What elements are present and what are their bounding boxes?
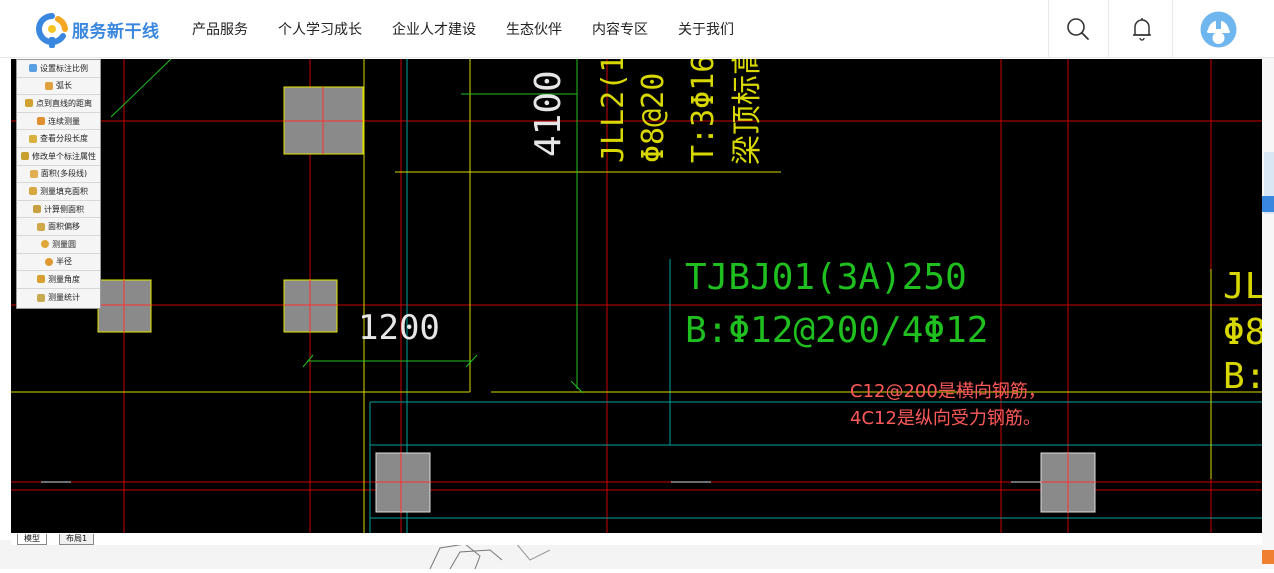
right-sidebar-peek bbox=[1262, 58, 1274, 569]
annotation-line-1: C12@200是横向钢筋， bbox=[850, 381, 1046, 402]
foundation-rebar-label: B:Φ12@200/4Φ12 bbox=[685, 310, 989, 351]
tool-edit-dimension[interactable]: 修改单个标注属性 bbox=[17, 148, 100, 166]
arc-icon bbox=[45, 81, 53, 90]
logo-text: 服务新干线 bbox=[72, 21, 160, 42]
tool-measure-circle[interactable]: 测量圆 bbox=[17, 236, 100, 254]
tool-point-to-line[interactable]: 点到直线的距离 bbox=[17, 95, 100, 113]
segment-icon bbox=[29, 134, 37, 143]
nav-product-services[interactable]: 产品服务 bbox=[192, 19, 248, 39]
circle-icon bbox=[41, 240, 49, 249]
area-icon bbox=[29, 169, 38, 178]
beam-label-line2: Φ8@20 bbox=[636, 72, 671, 163]
header-divider bbox=[1108, 0, 1109, 58]
tool-arc-length[interactable]: 弧长 bbox=[17, 78, 100, 96]
radius-icon bbox=[45, 257, 53, 266]
cad-viewport[interactable]: 4100 1200 JLL2(1) Φ8@20 T:3Φ16; 梁顶标高-0 T… bbox=[11, 59, 1262, 533]
side-badge bbox=[1262, 196, 1274, 212]
tool-hatch-area[interactable]: 测量填充面积 bbox=[17, 183, 100, 201]
beam-label-line3: T:3Φ16; bbox=[686, 59, 721, 163]
tool-side-area[interactable]: 计算侧面积 bbox=[17, 201, 100, 219]
layout-tabbar: 模型 布局1 bbox=[11, 533, 1262, 545]
measure-toolbar: 设置标注比例 弧长 点到直线的距离 连续测量 查看分段长度 修改单个标注属性 面… bbox=[16, 59, 101, 309]
tool-area-offset[interactable]: 面积偏移 bbox=[17, 218, 100, 236]
point-line-icon bbox=[25, 99, 33, 108]
nav-content-zone[interactable]: 内容专区 bbox=[592, 19, 648, 39]
nav-about-us[interactable]: 关于我们 bbox=[678, 19, 734, 39]
tool-radius[interactable]: 半径 bbox=[17, 254, 100, 272]
offset-icon bbox=[37, 222, 45, 231]
foundation-beam-label: TJBJ01(3A)250 bbox=[685, 257, 967, 298]
side-area-icon bbox=[33, 205, 41, 214]
site-header: 服务新干线 产品服务 个人学习成长 企业人才建设 生态伙伴 内容专区 关于我们 bbox=[0, 0, 1274, 58]
logo[interactable]: 服务新干线 bbox=[36, 11, 160, 48]
tool-area-polyline[interactable]: 面积(多段线) bbox=[17, 166, 100, 184]
nav-partners[interactable]: 生态伙伴 bbox=[506, 19, 562, 39]
beam-label-line1: JLL2(1) bbox=[596, 59, 631, 163]
rebar-annotation: C12@200是横向钢筋， 4C12是纵向受力钢筋。 bbox=[850, 378, 1046, 432]
right-beam-label-3: B:4 bbox=[1223, 356, 1262, 397]
right-beam-label-2: Φ8 bbox=[1223, 312, 1262, 353]
ruler-icon bbox=[29, 64, 37, 73]
hatch-icon bbox=[29, 187, 37, 196]
nav-personal-growth[interactable]: 个人学习成长 bbox=[278, 19, 362, 39]
tool-segment-length[interactable]: 查看分段长度 bbox=[17, 130, 100, 148]
edit-icon bbox=[21, 152, 29, 161]
continuous-icon bbox=[37, 117, 45, 126]
tool-measure-angle[interactable]: 测量角度 bbox=[17, 271, 100, 289]
right-beam-label-1: JL1 bbox=[1223, 266, 1262, 307]
annotation-line-2: 4C12是纵向受力钢筋。 bbox=[850, 408, 1041, 429]
dimension-label-1200: 1200 bbox=[358, 308, 440, 348]
bell-icon[interactable] bbox=[1127, 14, 1157, 44]
side-float-button bbox=[1262, 550, 1274, 564]
header-divider bbox=[1048, 0, 1049, 58]
tab-model[interactable]: 模型 bbox=[17, 534, 47, 545]
logo-mark-icon bbox=[36, 13, 68, 48]
dimension-label-4100: 4100 bbox=[528, 70, 569, 157]
avatar[interactable] bbox=[1200, 11, 1237, 48]
beam-label-line4: 梁顶标高-0 bbox=[730, 59, 765, 165]
tool-continuous-measure[interactable]: 连续测量 bbox=[17, 113, 100, 131]
header-divider bbox=[1172, 0, 1173, 58]
main-nav: 产品服务 个人学习成长 企业人才建设 生态伙伴 内容专区 关于我们 bbox=[192, 0, 764, 58]
statistics-icon bbox=[37, 293, 45, 302]
tool-set-scale[interactable]: 设置标注比例 bbox=[17, 60, 100, 78]
tab-layout1[interactable]: 布局1 bbox=[59, 534, 95, 545]
tool-measure-statistics[interactable]: 测量统计 bbox=[17, 289, 100, 307]
nav-enterprise-talent[interactable]: 企业人才建设 bbox=[392, 19, 476, 39]
angle-icon bbox=[37, 275, 45, 284]
search-icon[interactable] bbox=[1063, 14, 1093, 44]
